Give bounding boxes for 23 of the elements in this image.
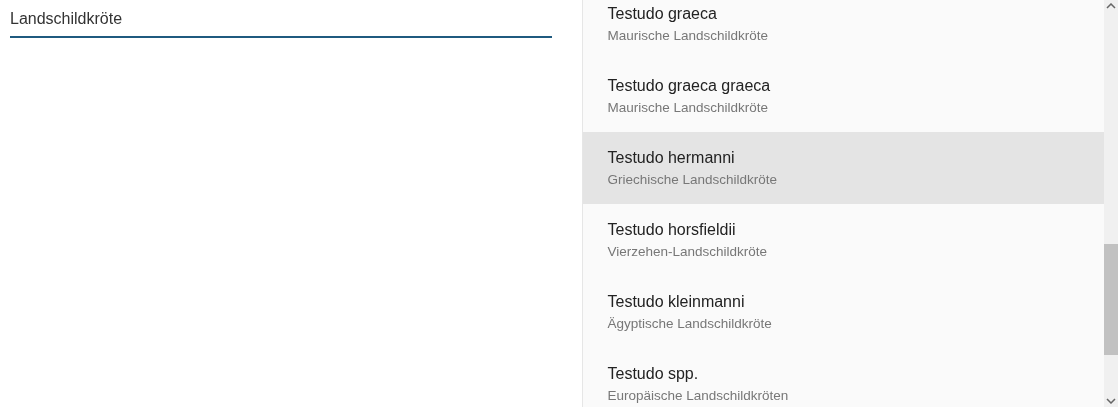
scrollbar[interactable] bbox=[1104, 0, 1118, 407]
search-field[interactable]: Landschildkröte bbox=[10, 8, 552, 38]
species-name: Testudo graeca bbox=[607, 5, 718, 23]
common-name: Europäische Landschildkröten bbox=[607, 388, 790, 403]
scroll-thumb[interactable] bbox=[1104, 244, 1118, 355]
common-name: Vierzehen-Landschildkröte bbox=[607, 244, 769, 259]
common-name: Ägyptische Landschildkröte bbox=[607, 316, 773, 331]
species-name: Testudo horsfieldii bbox=[607, 221, 737, 239]
species-name: Testudo hermanni bbox=[607, 149, 736, 167]
common-name: Maurische Landschildkröte bbox=[607, 100, 770, 115]
common-name: Maurische Landschildkröte bbox=[607, 28, 770, 43]
species-name: Testudo spp. bbox=[607, 365, 700, 383]
scroll-down-icon[interactable] bbox=[1106, 398, 1116, 404]
species-name: Testudo graeca graeca bbox=[607, 77, 772, 95]
scroll-up-icon[interactable] bbox=[1106, 3, 1116, 9]
species-name: Testudo kleinmanni bbox=[607, 293, 746, 311]
result-item[interactable]: Testudo hermanni Griechische Landschildkröte bbox=[583, 132, 1104, 204]
result-item[interactable]: Testudo graeca graeca Maurische Landschildkröte bbox=[583, 60, 1104, 132]
result-item[interactable]: Testudo horsfieldii Vierzehen-Landschildkröte bbox=[583, 204, 1104, 276]
result-item[interactable]: Testudo kleinmanni Ägyptische Landschildkröte bbox=[583, 276, 1104, 348]
result-item[interactable]: Testudo spp. Europäische Landschildkröten bbox=[583, 348, 1104, 407]
common-name: Griechische Landschildkröte bbox=[607, 172, 779, 187]
result-item[interactable]: Testudo graeca Maurische Landschildkröte bbox=[583, 0, 1104, 60]
